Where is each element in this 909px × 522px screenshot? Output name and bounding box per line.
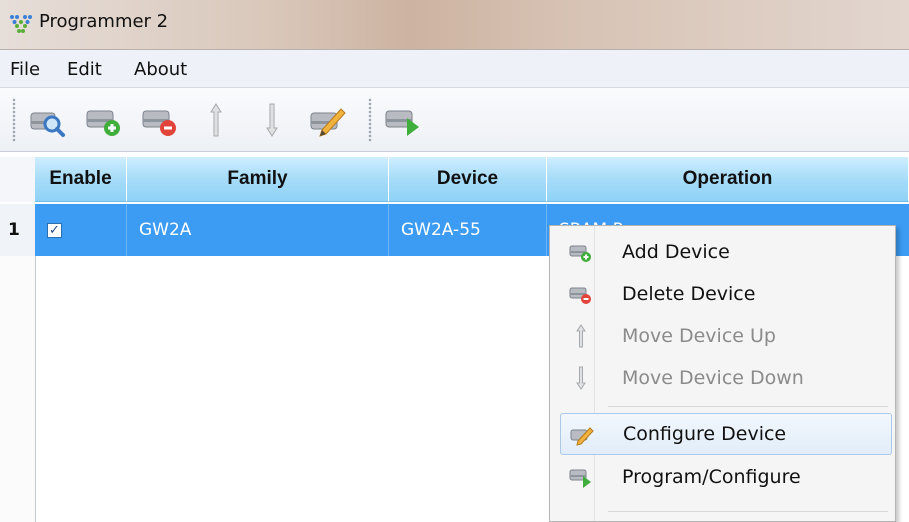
window-title: Programmer 2 — [39, 11, 169, 32]
menu-item-label: Add Device — [622, 241, 730, 263]
add-device-icon — [86, 110, 120, 136]
column-header-family[interactable]: Family — [127, 157, 389, 202]
table-corner[interactable] — [0, 157, 35, 202]
toolbar — [0, 88, 909, 152]
move-down-icon — [568, 366, 594, 390]
configure-device-button[interactable] — [308, 100, 348, 140]
delete-device-button[interactable] — [140, 100, 180, 140]
delete-device-icon — [142, 110, 176, 136]
move-down-icon — [266, 103, 278, 137]
row-number[interactable]: 1 — [0, 204, 35, 256]
program-icon — [385, 110, 419, 136]
toolbar-grip-2[interactable] — [368, 98, 372, 142]
menu-item-add-device[interactable]: Add Device — [560, 231, 892, 273]
menu-bar: File Edit About — [0, 50, 909, 88]
configure-device-icon — [310, 108, 346, 137]
menu-item-program-configure[interactable]: Program/Configure — [560, 456, 892, 498]
move-up-icon — [210, 103, 222, 137]
menu-edit[interactable]: Edit — [67, 59, 102, 80]
row-header-strip — [0, 256, 35, 522]
menu-item-move-device-down[interactable]: Move Device Down — [560, 357, 892, 399]
table-left-border — [35, 256, 36, 522]
title-bar: Programmer 2 — [0, 0, 909, 50]
toolbar-grip[interactable] — [12, 98, 16, 142]
enable-checkbox[interactable]: ✓ — [47, 222, 62, 238]
context-menu: Add Device Delete Device Move Device Up … — [549, 225, 896, 522]
configure-device-icon — [569, 423, 595, 447]
add-device-icon — [568, 240, 594, 264]
move-up-icon — [568, 324, 594, 348]
move-up-button[interactable] — [196, 100, 236, 140]
menu-separator-2 — [608, 511, 888, 512]
scan-device-icon — [30, 112, 65, 137]
menu-item-label: Move Device Down — [622, 367, 804, 389]
delete-device-icon — [568, 282, 594, 306]
menu-item-label: Configure Device — [623, 423, 787, 445]
program-icon — [568, 465, 594, 489]
column-header-operation[interactable]: Operation — [547, 157, 909, 202]
menu-about[interactable]: About — [134, 59, 187, 80]
menu-separator — [608, 406, 888, 407]
app-logo-icon — [8, 13, 34, 35]
menu-file[interactable]: File — [10, 59, 40, 80]
menu-item-move-device-up[interactable]: Move Device Up — [560, 315, 892, 357]
enable-cell[interactable]: ✓ — [35, 204, 127, 256]
program-button[interactable] — [383, 100, 423, 140]
scan-device-button[interactable] — [28, 100, 68, 140]
column-header-device[interactable]: Device — [389, 157, 547, 202]
move-down-button[interactable] — [252, 100, 292, 140]
menu-item-label: Move Device Up — [622, 325, 776, 347]
menu-item-configure-device[interactable]: Configure Device — [560, 413, 892, 455]
device-cell[interactable]: GW2A-55 — [389, 204, 547, 256]
menu-item-label: Delete Device — [622, 283, 756, 305]
add-device-button[interactable] — [84, 100, 124, 140]
family-cell[interactable]: GW2A — [127, 204, 389, 256]
menu-item-delete-device[interactable]: Delete Device — [560, 273, 892, 315]
column-header-enable[interactable]: Enable — [35, 157, 127, 202]
menu-item-label: Program/Configure — [622, 466, 801, 488]
